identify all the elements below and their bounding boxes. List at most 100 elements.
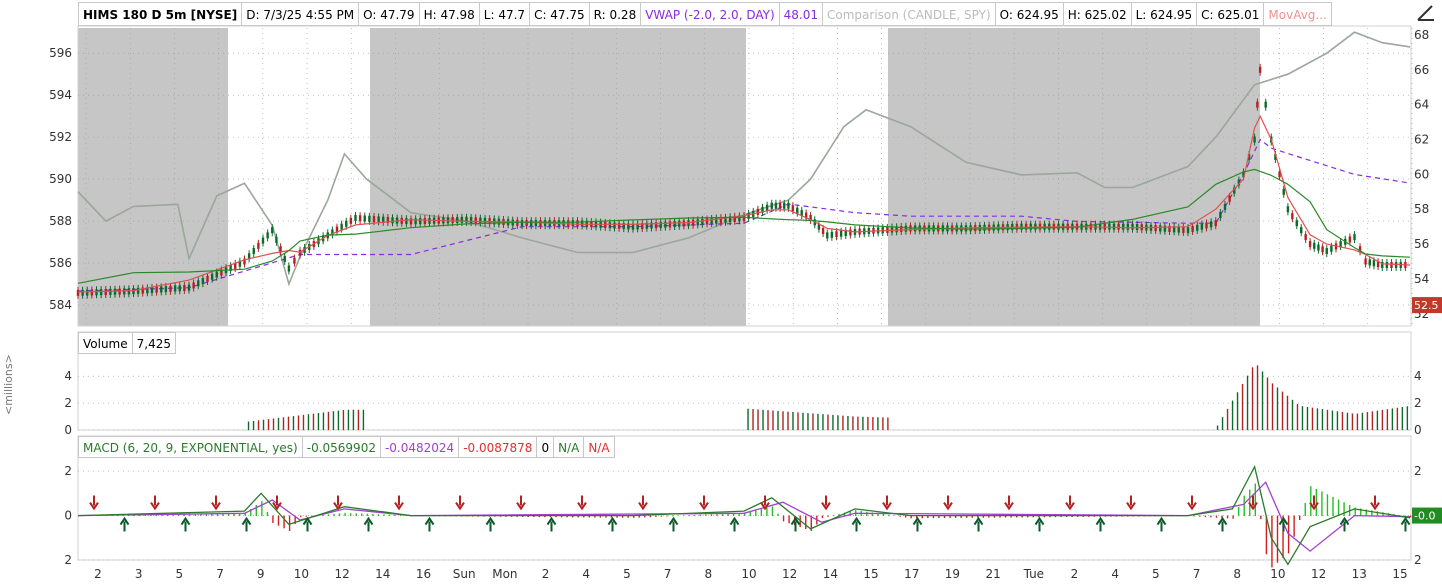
volume-bar <box>307 414 310 430</box>
macd-axis-tick: 2 <box>64 553 72 567</box>
x-tick-label: 12 <box>782 567 797 581</box>
volume-bar <box>337 410 340 430</box>
macd-hist <box>361 513 363 517</box>
sell-arrow-icon <box>150 495 160 511</box>
macd-hist <box>888 514 890 517</box>
volume-bar <box>287 416 290 430</box>
x-tick-label: 7 <box>664 567 672 581</box>
price-candle-body <box>178 285 181 292</box>
x-tick-label: 12 <box>1311 567 1326 581</box>
volume-bar <box>1251 367 1254 430</box>
price-candle-body <box>1117 223 1120 230</box>
price-candle-body <box>460 216 464 223</box>
comparison-low: L: 624.95 <box>1131 2 1198 26</box>
price-candle-body <box>770 202 773 209</box>
volume-bar <box>1311 407 1314 430</box>
buy-arrow-icon <box>851 516 862 532</box>
macd-hist <box>805 515 807 530</box>
price-candle-body <box>257 242 260 249</box>
price-candle-body <box>520 220 524 227</box>
price-candle-body <box>201 278 205 285</box>
macd-marker-label: -0.0 <box>1414 510 1435 523</box>
right-axis-tick: 60 <box>1414 167 1429 181</box>
buy-arrow-icon <box>729 516 740 532</box>
price-candle-body <box>1286 206 1290 213</box>
volume-bar <box>767 410 769 430</box>
price-candle-body <box>849 229 852 236</box>
macd-hist <box>1260 515 1262 520</box>
price-candle-body <box>835 231 838 238</box>
sell-arrow-icon <box>1370 495 1380 511</box>
x-tick-label: 13 <box>1352 567 1367 581</box>
price-candle-body <box>530 220 533 227</box>
price-candle-body <box>261 237 265 244</box>
comparison-label[interactable]: Comparison (CANDLE, SPY) <box>823 2 996 26</box>
price-candle-body <box>1308 241 1312 248</box>
price-candle-body <box>1200 223 1204 230</box>
macd-hist <box>355 513 357 517</box>
x-tick-label: 17 <box>904 567 919 581</box>
volume-bar <box>872 417 874 430</box>
x-tick-label: 8 <box>1233 567 1241 581</box>
price-candle-body <box>691 219 695 226</box>
macd-hist <box>893 515 896 517</box>
x-tick-label: 19 <box>945 567 960 581</box>
price-candle-body <box>1196 224 1199 231</box>
sell-arrow-icon <box>699 495 709 511</box>
price-candle-body <box>696 219 699 226</box>
price-candle-body <box>113 288 117 295</box>
macd-hist <box>288 515 291 531</box>
price-candle-body <box>414 218 417 225</box>
sell-arrow-icon <box>1126 495 1136 511</box>
price-candle-body <box>354 214 357 221</box>
price-candle-body <box>345 220 348 227</box>
macd-label[interactable]: MACD (6, 20, 9, EXPONENTIAL, yes) <box>78 436 303 458</box>
price-candle-body <box>206 275 209 282</box>
x-tick-label: 8 <box>704 567 712 581</box>
macd-hist <box>311 515 313 517</box>
volume-bar <box>1336 411 1339 430</box>
volume-bar <box>297 415 300 430</box>
buy-arrow-icon <box>607 516 618 532</box>
volume-bar <box>1381 409 1384 430</box>
sell-arrow-icon <box>333 495 343 511</box>
vwap-label[interactable]: VWAP (-2.0, 2.0, DAY) <box>641 2 780 26</box>
price-candle-body <box>576 220 579 227</box>
price-candle-body <box>673 221 676 228</box>
macd-na1: N/A <box>554 436 585 458</box>
macd-hist <box>1299 515 1301 521</box>
symbol-label[interactable]: HIMS 180 D 5m [NYSE] <box>78 2 243 26</box>
buy-arrow-icon <box>485 516 496 532</box>
volume-bar <box>762 409 764 430</box>
macd-hist <box>1243 495 1245 517</box>
macd-hist <box>333 513 335 517</box>
sell-arrow-icon <box>638 495 648 511</box>
price-candle-body <box>1223 203 1227 210</box>
price-candle-body <box>821 228 825 235</box>
x-tick-label: 9 <box>257 567 265 581</box>
volume-bar <box>277 417 280 430</box>
movavg-label[interactable]: MovAvg... <box>1264 2 1332 26</box>
sell-arrow-icon <box>516 495 526 511</box>
expand-icon[interactable] <box>1416 4 1436 22</box>
price-candle-body <box>173 285 177 292</box>
volume-bar <box>862 416 864 430</box>
right-axis-tick: 54 <box>1414 272 1429 286</box>
sell-arrow-icon <box>1004 495 1014 511</box>
macd-hist <box>1310 486 1312 517</box>
price-candle-body <box>839 230 843 237</box>
x-tick-label: Mon <box>492 567 517 581</box>
volume-bar <box>1286 395 1289 430</box>
macd-hist <box>1271 515 1273 568</box>
volume-label[interactable]: Volume <box>78 332 133 354</box>
volume-bar <box>1271 383 1274 430</box>
volume-bar <box>312 413 315 430</box>
volume-axis-tick: 2 <box>64 396 72 410</box>
volume-bar <box>1331 410 1334 430</box>
price-candle-body <box>391 217 394 224</box>
macd-hist <box>710 514 713 517</box>
volume-bar <box>342 410 345 430</box>
price-candle-body <box>778 202 782 209</box>
sell-arrow-icon <box>455 495 465 511</box>
macd-hist <box>788 515 790 524</box>
